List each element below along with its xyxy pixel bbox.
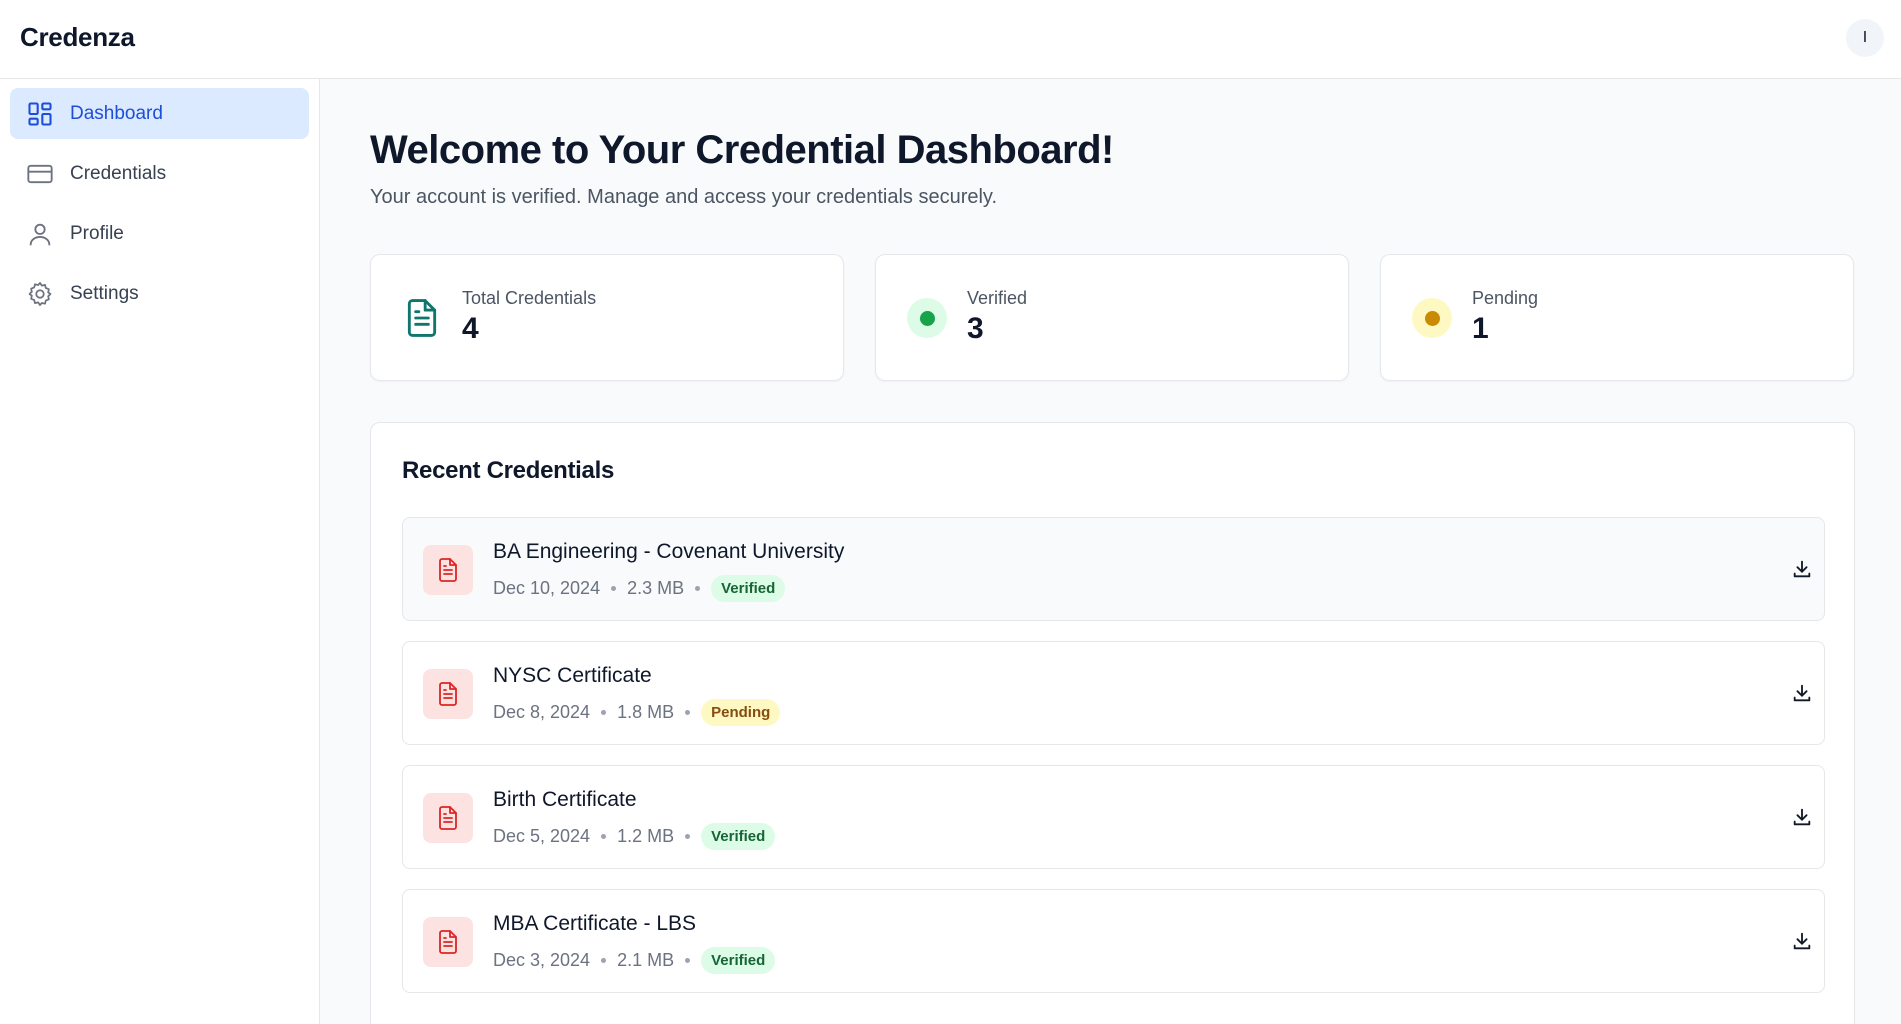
file-text-icon — [423, 917, 473, 967]
stat-value: 1 — [1472, 312, 1489, 345]
credential-date: Dec 10, 2024 — [493, 577, 601, 598]
credential-meta: Dec 10, 2024 2.3 MB Verified — [493, 574, 786, 602]
meta-separator — [611, 585, 617, 591]
status-dot-icon — [904, 295, 950, 341]
document-icon — [399, 295, 445, 341]
recent-credentials-panel: Recent Credentials BA Engineering - Cove… — [370, 422, 1855, 1024]
credential-size: 1.2 MB — [617, 825, 675, 846]
section-title: Recent Credentials — [402, 457, 615, 484]
download-icon[interactable] — [1789, 804, 1815, 830]
meta-separator — [685, 957, 691, 963]
credential-title: Birth Certificate — [493, 788, 637, 811]
credential-row[interactable]: MBA Certificate - LBS Dec 3, 2024 2.1 MB… — [402, 889, 1825, 993]
file-text-icon — [423, 545, 473, 595]
sidebar-item-label: Credentials — [70, 162, 167, 184]
sidebar-item-label: Profile — [70, 222, 124, 244]
status-dot-icon — [1409, 295, 1455, 341]
credential-title: BA Engineering - Covenant University — [493, 540, 845, 563]
credential-meta: Dec 8, 2024 1.8 MB Pending — [493, 698, 781, 726]
top-header: Credenza I — [0, 0, 1901, 79]
meta-separator — [685, 833, 691, 839]
credential-size: 2.1 MB — [617, 949, 675, 970]
verified-dot-wrap — [907, 298, 947, 338]
meta-separator — [601, 709, 607, 715]
credential-meta: Dec 5, 2024 1.2 MB Verified — [493, 822, 776, 850]
sidebar-item-settings[interactable]: Settings — [10, 268, 309, 319]
credential-row[interactable]: Birth Certificate Dec 5, 2024 1.2 MB Ver… — [402, 765, 1825, 869]
page-subtitle: Your account is verified. Manage and acc… — [370, 186, 998, 208]
sidebar-item-label: Dashboard — [70, 102, 163, 124]
stat-label: Total Credentials — [462, 288, 597, 308]
stat-label: Verified — [967, 288, 1028, 308]
credential-date: Dec 3, 2024 — [493, 949, 591, 970]
credential-meta: Dec 3, 2024 2.1 MB Verified — [493, 946, 776, 974]
user-avatar[interactable]: I — [1846, 19, 1884, 57]
download-icon[interactable] — [1789, 928, 1815, 954]
stat-card-total: Total Credentials 4 — [370, 254, 844, 381]
credential-title: NYSC Certificate — [493, 664, 652, 687]
app-brand[interactable]: Credenza — [20, 22, 135, 53]
status-badge: Verified — [701, 946, 776, 974]
sidebar-item-profile[interactable]: Profile — [10, 208, 309, 259]
credential-row[interactable]: NYSC Certificate Dec 8, 2024 1.8 MB Pend… — [402, 641, 1825, 745]
verified-dot — [919, 310, 935, 326]
credential-date: Dec 5, 2024 — [493, 825, 591, 846]
download-icon[interactable] — [1789, 556, 1815, 582]
main-content: Welcome to Your Credential Dashboard! Yo… — [321, 80, 1901, 1024]
meta-separator — [601, 957, 607, 963]
gear-icon — [26, 280, 54, 308]
credential-title: MBA Certificate - LBS — [493, 912, 697, 935]
meta-separator — [695, 585, 701, 591]
stat-card-pending: Pending 1 — [1380, 254, 1854, 381]
dashboard-grid-icon — [26, 100, 54, 128]
page-title: Welcome to Your Credential Dashboard! — [370, 128, 1114, 172]
file-text-icon — [423, 793, 473, 843]
user-icon — [26, 220, 54, 248]
sidebar-item-dashboard[interactable]: Dashboard — [10, 88, 309, 139]
status-badge: Pending — [701, 698, 781, 726]
credential-size: 1.8 MB — [617, 701, 675, 722]
sidebar-item-credentials[interactable]: Credentials — [10, 148, 309, 199]
stat-card-verified: Verified 3 — [875, 254, 1349, 381]
credential-date: Dec 8, 2024 — [493, 701, 591, 722]
credential-row[interactable]: BA Engineering - Covenant University Dec… — [402, 517, 1825, 621]
sidebar: Dashboard Credentials Profile Settings — [0, 79, 320, 1024]
download-icon[interactable] — [1789, 680, 1815, 706]
pending-dot-wrap — [1412, 298, 1452, 338]
stat-label: Pending — [1472, 288, 1539, 308]
meta-separator — [685, 709, 691, 715]
sidebar-item-label: Settings — [70, 282, 139, 304]
stat-value: 3 — [967, 312, 984, 345]
status-badge: Verified — [701, 822, 776, 850]
meta-separator — [601, 833, 607, 839]
file-text-icon — [423, 669, 473, 719]
credit-card-icon — [26, 160, 54, 188]
status-badge: Verified — [711, 574, 786, 602]
pending-dot — [1424, 310, 1440, 326]
stat-value: 4 — [462, 312, 479, 345]
credential-size: 2.3 MB — [627, 577, 685, 598]
